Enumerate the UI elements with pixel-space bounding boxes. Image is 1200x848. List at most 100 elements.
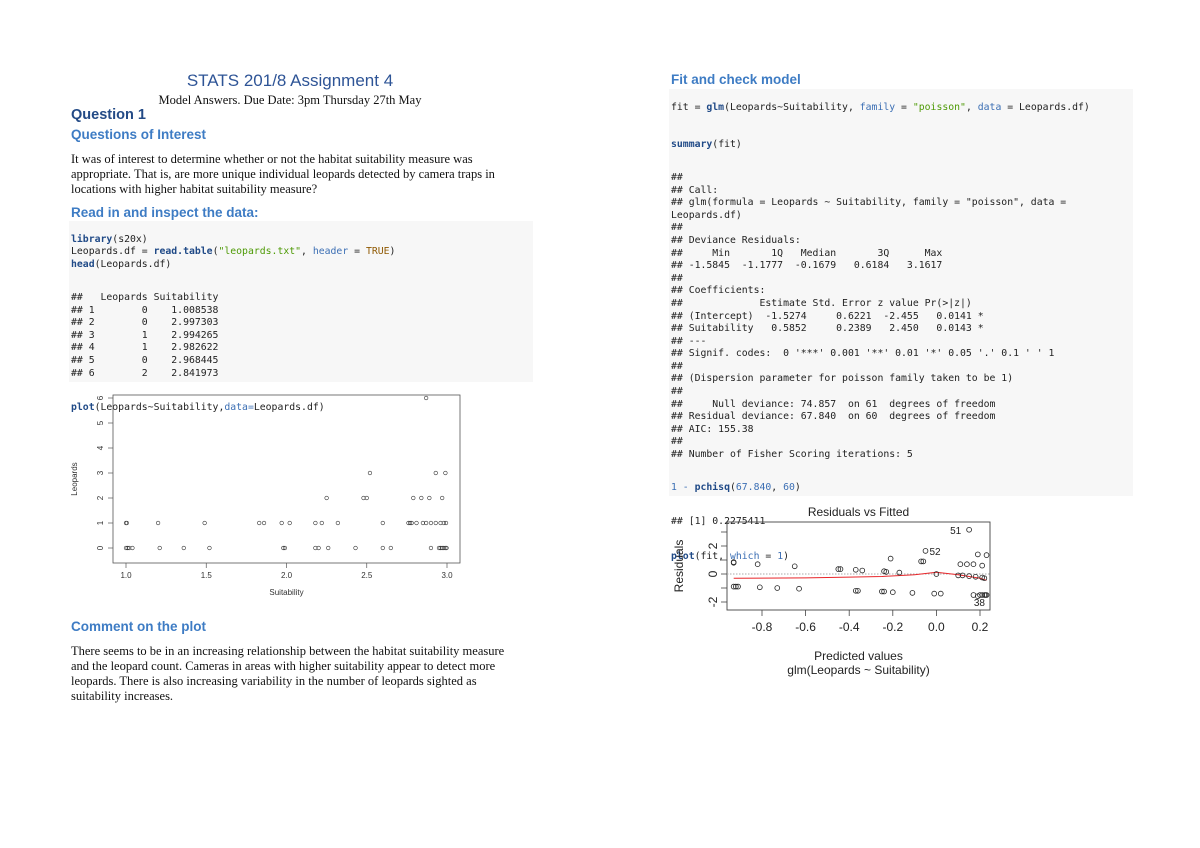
residual-point: [970, 561, 977, 567]
comment-line: leopards. There is also increasing varia…: [71, 674, 477, 688]
x-tick-label: 3.0: [441, 571, 453, 580]
document-subtitle: Model Answers. Due Date: 3pm Thursday 27…: [158, 93, 422, 107]
y-tick-label: 6: [96, 395, 105, 400]
plot-frame: [112, 394, 461, 564]
leopards-scatter-plot: 1.0 1.5 2.0 2.5 3.0 0 1 2 3 4 5 6 Suitability Leopard…: [70, 394, 461, 597]
intro-paragraph: It was of interest to determine whether …: [71, 152, 551, 197]
summary-output-line: ## Number of Fisher Scoring iterations: …: [671, 449, 913, 461]
head-output-line: ## 5 0 2.968445: [71, 354, 219, 366]
data-point: [155, 520, 161, 526]
x-axis-label: Suitability: [269, 588, 303, 597]
intro-line: appropriate. That is, are more unique in…: [71, 167, 495, 181]
code-line: fit = glm(Leopards~Suitability, family =…: [671, 101, 1090, 113]
residual-point: [966, 526, 972, 533]
summary-output-line: ## Suitability 0.5852 0.2389 2.450 0.014…: [671, 323, 984, 335]
residual-point: [890, 589, 896, 595]
summary-output-line: ## -1.5845 -1.1777 -0.1679 0.6184 3.1617: [671, 260, 943, 272]
y-axis-label: Residuals: [672, 540, 686, 593]
x-axis-label: Predicted values: [814, 649, 903, 663]
fit-model-heading: Fit and check model: [671, 72, 801, 87]
head-output-line: ## Leopards Suitability: [71, 291, 219, 303]
y-tick-label: 3: [96, 470, 105, 475]
comment-line: and the leopard count. Cameras in areas …: [71, 659, 496, 673]
summary-output-line: ##: [671, 272, 683, 284]
comment-heading: Comment on the plot: [71, 619, 206, 634]
x-tick-label: 0.2: [972, 620, 989, 634]
residual-point: [931, 590, 938, 597]
summary-output-line: ## Residual deviance: 67.840 on 60 degre…: [671, 411, 996, 423]
plot-title: Residuals vs Fitted: [808, 505, 909, 519]
data-point: [428, 520, 434, 526]
y-tick-label: 5: [96, 420, 105, 425]
summary-output-line: ## AIC: 155.38: [671, 423, 754, 435]
x-tick-label: 0.0: [928, 620, 945, 634]
summary-output-line: ## Null deviance: 74.857 on 61 degrees o…: [671, 398, 996, 410]
x-tick-label: 2.5: [361, 571, 373, 580]
data-point: [202, 520, 207, 526]
summary-output-line: ## Signif. codes: 0 '***' 0.001 '**' 0.0…: [671, 348, 1055, 360]
code-block-read-data: library(s20x) Leopards.df = read.table("l…: [69, 221, 533, 413]
x-tick-label: 2.0: [281, 571, 293, 580]
intro-line: locations with higher habitat suitabilit…: [71, 182, 318, 196]
summary-output-line: ## Deviance Residuals:: [671, 234, 801, 246]
x-tick-label: -0.4: [839, 620, 860, 634]
data-point: [313, 520, 318, 526]
data-point: [319, 520, 324, 526]
summary-output-line: ##: [671, 222, 683, 234]
data-point: [388, 545, 393, 551]
residual-point: [757, 584, 763, 591]
summary-output-line: Leopards.df): [671, 209, 742, 221]
residual-point: [852, 567, 859, 573]
data-point: [424, 395, 429, 401]
code-line: 1 - pchisq(67.840, 60): [671, 482, 801, 494]
data-point: [411, 495, 416, 501]
summary-output-line: ## Estimate Std. Error z value Pr(>|z|): [671, 297, 972, 309]
outlier-label: 38: [974, 598, 986, 609]
data-point: [367, 470, 373, 476]
data-point: [380, 545, 385, 551]
intro-line: It was of interest to determine whether …: [71, 152, 473, 166]
data-point: [181, 545, 186, 551]
y-tick-label: 0: [706, 570, 720, 577]
code-line: head(Leopards.df): [71, 258, 172, 270]
y-tick-label: 4: [96, 445, 105, 450]
data-point: [335, 520, 340, 526]
residual-point: [791, 563, 798, 570]
data-point: [433, 470, 438, 476]
code-line: Leopards.df = read.table("leopards.txt",…: [71, 246, 396, 258]
summary-output-line: ## glm(formula = Leopards ~ Suitability,…: [671, 197, 1067, 209]
residual-point: [796, 585, 802, 592]
data-point: [157, 545, 162, 551]
summary-output: ## ## Call: ## glm(formula = Leopards ~ Su…: [671, 172, 1133, 462]
summary-output-line: ##: [671, 360, 683, 372]
comment-paragraph: There seems to be in an increasing relat…: [71, 644, 551, 704]
summary-output-line: ## ---: [671, 335, 707, 347]
summary-output-line: ##: [671, 436, 683, 448]
x-tick-label: -0.6: [795, 620, 816, 634]
comment-line: suitability increases.: [71, 689, 174, 703]
code-block-fit-model: fit = glm(Leopards~Suitability, family =…: [669, 89, 1133, 562]
summary-output-line: ## (Intercept) -1.5274 0.6221 -2.455 0.0…: [671, 310, 984, 322]
lowess-smooth-line: [733, 571, 987, 581]
y-tick-label: -2: [706, 596, 720, 607]
y-tick-label: 0: [96, 545, 105, 550]
read-data-heading: Read in and inspect the data:: [71, 205, 259, 220]
residual-point: [774, 585, 781, 591]
data-point: [326, 545, 331, 551]
head-output-line: ## 4 1 2.982622: [71, 342, 219, 354]
data-point: [324, 495, 329, 501]
data-point: [353, 545, 358, 551]
data-point: [443, 470, 448, 476]
outlier-label: 52: [930, 547, 942, 558]
data-point: [287, 520, 292, 526]
data-point: [419, 495, 424, 501]
comment-line: There seems to be in an increasing relat…: [71, 644, 505, 658]
questions-of-interest-heading: Questions of Interest: [71, 127, 207, 142]
x-tick-label: -0.8: [752, 620, 773, 634]
residual-point: [754, 561, 761, 567]
summary-output-line: ## Min 1Q Median 3Q Max: [671, 247, 943, 259]
head-output-line: ## 1 0 1.008538: [71, 304, 219, 316]
data-point: [279, 520, 284, 526]
data-point: [433, 520, 438, 526]
head-output-line: ## 6 2 2.841973: [71, 367, 219, 379]
